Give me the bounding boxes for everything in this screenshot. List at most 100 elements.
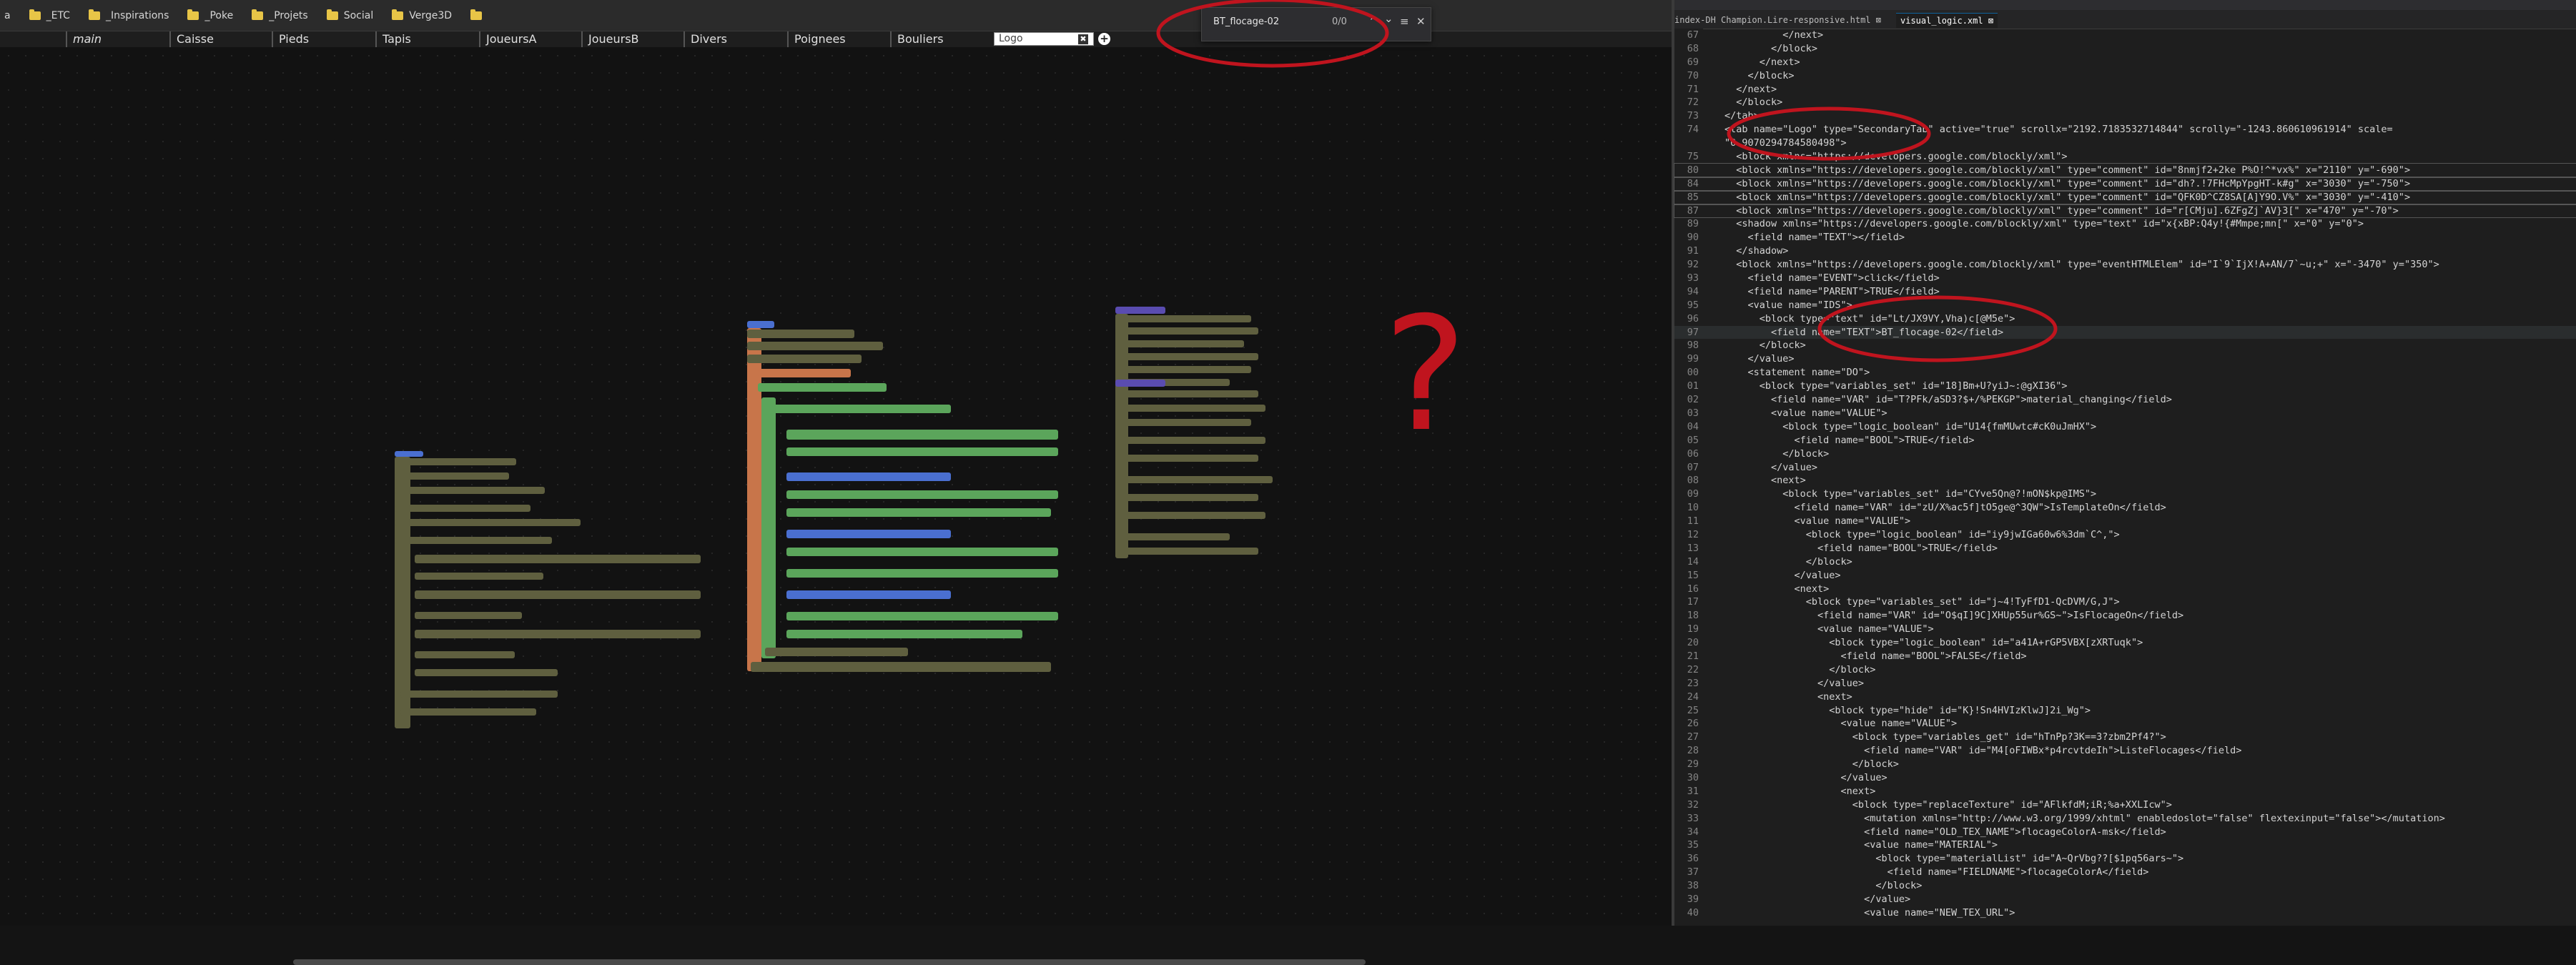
code-line[interactable]: 87 <block xmlns="https://developers.goog… bbox=[1674, 203, 2576, 219]
close-icon[interactable]: ⊠ bbox=[1876, 15, 1881, 25]
code-line[interactable]: 18 <field name="VAR" id="O$qI]9C]XHUp55u… bbox=[1674, 609, 2576, 623]
code-line[interactable]: 02 <field name="VAR" id="T?PFk/aSD3?$+/%… bbox=[1674, 393, 2576, 407]
block-row[interactable] bbox=[1115, 405, 1265, 412]
code-line[interactable]: 37 <field name="FIELDNAME">flocageColorA… bbox=[1674, 866, 2576, 879]
tab-main[interactable]: main bbox=[66, 31, 169, 47]
code-line[interactable]: 23 </value> bbox=[1674, 677, 2576, 691]
code-line[interactable]: 93 <field name="EVENT">click</field> bbox=[1674, 272, 2576, 285]
block-row[interactable] bbox=[1115, 315, 1251, 322]
code-line[interactable]: 11 <value name="VALUE"> bbox=[1674, 515, 2576, 528]
block-event-header[interactable] bbox=[1115, 380, 1165, 387]
code-line[interactable]: 26 <value name="VALUE"> bbox=[1674, 717, 2576, 731]
block-row[interactable] bbox=[786, 612, 1058, 620]
code-line[interactable]: "0.9070294784580498"> bbox=[1674, 137, 2576, 150]
bookmark-projets[interactable]: _Projets bbox=[252, 9, 308, 21]
code-line[interactable]: 36 <block type="materialList" id="A~QrVb… bbox=[1674, 852, 2576, 866]
block-row[interactable] bbox=[415, 612, 522, 619]
code-line[interactable]: 29 </block> bbox=[1674, 758, 2576, 771]
code-line[interactable]: 17 <block type="variables_set" id="j~4!T… bbox=[1674, 595, 2576, 609]
block-row[interactable] bbox=[1115, 327, 1258, 335]
tab-tapis[interactable]: Tapis bbox=[375, 31, 479, 47]
code-line[interactable]: 40 <value name="NEW_TEX_URL"> bbox=[1674, 906, 2576, 920]
block-row[interactable] bbox=[415, 669, 558, 676]
block-stack-left[interactable] bbox=[395, 457, 410, 728]
code-line[interactable]: 13 <field name="BOOL">TRUE</field> bbox=[1674, 542, 2576, 555]
code-line[interactable]: 35 <value name="MATERIAL"> bbox=[1674, 838, 2576, 852]
block-row[interactable] bbox=[415, 630, 701, 638]
code-line[interactable]: 19 <value name="VALUE"> bbox=[1674, 623, 2576, 636]
editor-tab-xml[interactable]: visual_logic.xml ⊠ bbox=[1896, 13, 1998, 28]
chevron-up-icon[interactable]: ⌃ bbox=[1368, 15, 1378, 28]
tab-caisse[interactable]: Caisse bbox=[169, 31, 272, 47]
block-event-header[interactable] bbox=[747, 321, 774, 328]
block-row[interactable] bbox=[395, 458, 516, 465]
code-line[interactable]: 85 <block xmlns="https://developers.goog… bbox=[1674, 189, 2576, 205]
block-row[interactable] bbox=[415, 590, 701, 599]
block-row[interactable] bbox=[772, 405, 951, 413]
block-row[interactable] bbox=[395, 505, 531, 512]
tab-joueursa[interactable]: JoueursA bbox=[479, 31, 581, 47]
block-row[interactable] bbox=[395, 487, 545, 494]
block-row[interactable] bbox=[786, 490, 1058, 499]
block-row[interactable] bbox=[765, 648, 908, 656]
block-row[interactable] bbox=[747, 342, 883, 350]
tab-pieds[interactable]: Pieds bbox=[272, 31, 375, 47]
code-line[interactable]: 10 <field name="VAR" id="zU/X%ac5f]tO5ge… bbox=[1674, 501, 2576, 515]
code-line[interactable]: 15 </value> bbox=[1674, 569, 2576, 583]
block-stack-right-bottom[interactable] bbox=[1115, 387, 1128, 558]
block-row[interactable] bbox=[1115, 340, 1244, 347]
block-row[interactable] bbox=[786, 630, 1022, 638]
block-row[interactable] bbox=[1115, 476, 1273, 483]
menu-icon[interactable]: ≡ bbox=[1400, 15, 1409, 28]
code-line[interactable]: 38 </block> bbox=[1674, 879, 2576, 893]
tab-divers[interactable]: Divers bbox=[684, 31, 787, 47]
block-row[interactable] bbox=[1115, 390, 1258, 397]
block-row[interactable] bbox=[747, 355, 862, 363]
editor-tab-html[interactable]: index-DH Champion.Lire-responsive.html ⊠ bbox=[1674, 13, 1881, 27]
code-line[interactable]: 92 <block xmlns="https://developers.goog… bbox=[1674, 258, 2576, 272]
block-loop[interactable] bbox=[761, 397, 776, 658]
block-row[interactable] bbox=[1115, 548, 1258, 555]
code-line[interactable]: 34 <field name="OLD_TEX_NAME">flocageCol… bbox=[1674, 826, 2576, 839]
code-line[interactable]: 97 <field name="TEXT">BT_flocage-02</fie… bbox=[1674, 325, 2576, 340]
code-line[interactable]: 94 <field name="PARENT">TRUE</field> bbox=[1674, 285, 2576, 299]
tab-poignees[interactable]: Poignees bbox=[787, 31, 890, 47]
block-row[interactable] bbox=[415, 555, 701, 563]
code-line[interactable]: 21 <field name="BOOL">FALSE</field> bbox=[1674, 650, 2576, 663]
code-line[interactable]: 12 <block type="logic_boolean" id="iy9jw… bbox=[1674, 528, 2576, 542]
code-line[interactable]: 07 </value> bbox=[1674, 461, 2576, 475]
code-line[interactable]: 20 <block type="logic_boolean" id="a41A+… bbox=[1674, 636, 2576, 650]
code-line[interactable]: 69 </next> bbox=[1674, 56, 2576, 69]
horizontal-scrollbar[interactable] bbox=[293, 959, 1366, 965]
tab-joueursb[interactable]: JoueursB bbox=[581, 31, 684, 47]
block-row[interactable] bbox=[747, 330, 854, 338]
close-icon[interactable]: ✖ bbox=[1078, 34, 1088, 44]
code-line[interactable]: 00 <statement name="DO"> bbox=[1674, 366, 2576, 380]
code-line[interactable]: 96 <block type="text" id="Lt/JX9VY,Vha)c… bbox=[1674, 312, 2576, 326]
block-row[interactable] bbox=[1115, 494, 1258, 501]
blockly-workspace[interactable] bbox=[0, 47, 1672, 965]
bookmark-verge3d[interactable]: Verge3D bbox=[392, 9, 452, 21]
block-row[interactable] bbox=[1115, 366, 1251, 373]
code-line[interactable]: 99 </value> bbox=[1674, 352, 2576, 366]
block-row[interactable] bbox=[395, 472, 509, 480]
block-event-header[interactable] bbox=[1115, 307, 1165, 314]
code-line[interactable]: 80 <block xmlns="https://developers.goog… bbox=[1674, 162, 2576, 178]
code-line[interactable]: 75 <block xmlns="https://developers.goog… bbox=[1674, 150, 2576, 164]
block-row[interactable] bbox=[758, 383, 887, 392]
code-line[interactable]: 22 </block> bbox=[1674, 663, 2576, 677]
code-line[interactable]: 30 </value> bbox=[1674, 771, 2576, 785]
bookmark-inspirations[interactable]: _Inspirations bbox=[88, 9, 169, 21]
code-line[interactable]: 32 <block type="replaceTexture" id="AFlk… bbox=[1674, 798, 2576, 812]
code-line[interactable]: 39 </value> bbox=[1674, 893, 2576, 906]
close-icon[interactable]: ✕ bbox=[1416, 15, 1426, 28]
tab-bouliers[interactable]: Bouliers bbox=[890, 31, 990, 47]
find-input[interactable]: BT_flocage-02 bbox=[1213, 16, 1279, 27]
block-row[interactable] bbox=[1115, 533, 1230, 540]
code-line[interactable]: 09 <block type="variables_set" id="CYve5… bbox=[1674, 488, 2576, 501]
block-row[interactable] bbox=[758, 369, 851, 377]
add-tab-icon[interactable]: + bbox=[1098, 33, 1110, 45]
code-line[interactable]: 73 </tab> bbox=[1674, 109, 2576, 123]
block-row[interactable] bbox=[400, 691, 558, 698]
block-row[interactable] bbox=[415, 651, 515, 658]
